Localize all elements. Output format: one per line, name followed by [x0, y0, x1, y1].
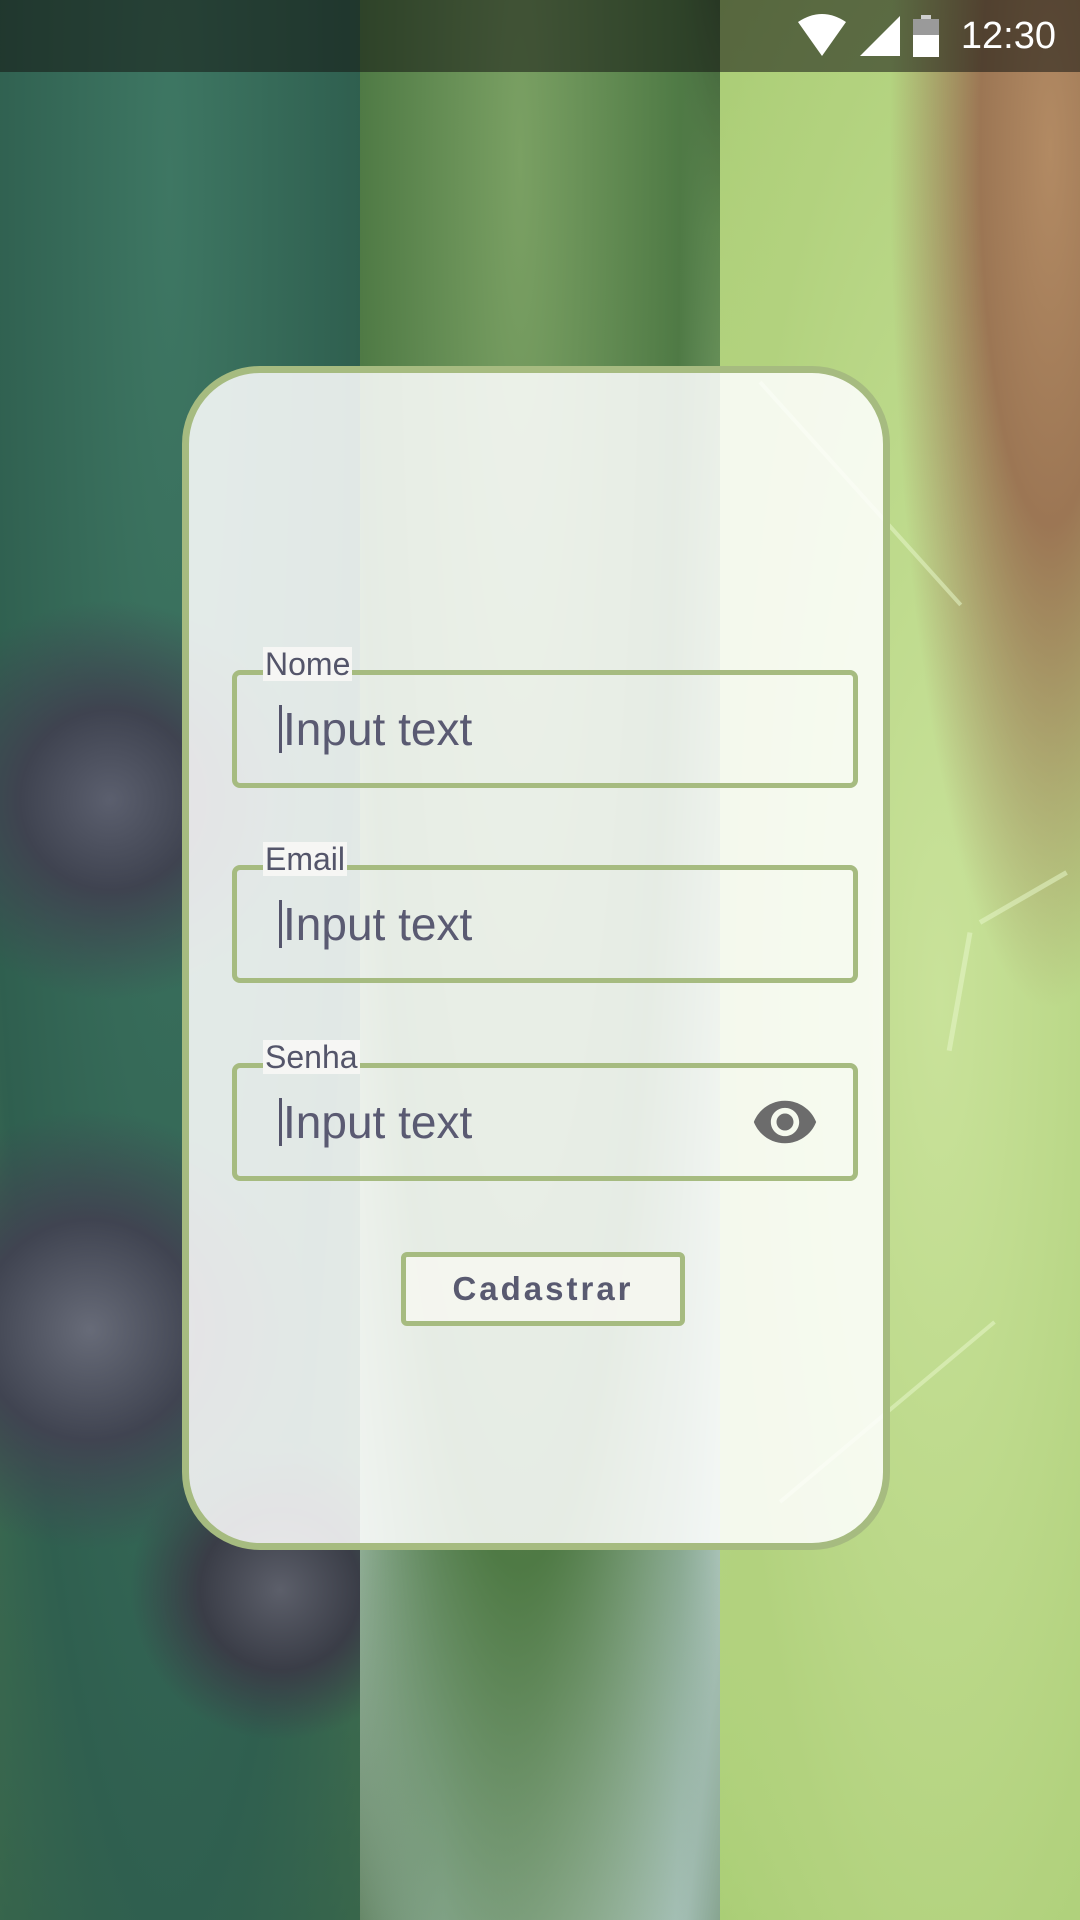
email-input-value: Input text [283, 898, 473, 950]
register-screen: 12:30 Nome Input text Email Input text S… [0, 0, 1080, 1920]
status-icons: 12:30 [797, 0, 1056, 72]
password-input[interactable]: Input text [279, 1095, 472, 1149]
name-field-label: Nome [263, 646, 353, 682]
battery-icon [912, 15, 939, 57]
email-field[interactable]: Email Input text [232, 842, 858, 983]
name-field[interactable]: Nome Input text [232, 647, 858, 788]
password-input-value: Input text [283, 1096, 473, 1148]
email-input[interactable]: Input text [279, 897, 472, 951]
email-field-label: Email [263, 841, 348, 877]
register-card: Nome Input text Email Input text Senha I… [182, 366, 890, 1550]
wifi-icon [797, 14, 846, 56]
status-bar: 12:30 [0, 0, 1080, 72]
password-field[interactable]: Senha Input text [232, 1040, 858, 1181]
text-cursor [279, 900, 282, 948]
text-cursor [279, 705, 282, 753]
register-button[interactable]: Cadastrar [401, 1252, 685, 1326]
text-cursor [279, 1098, 282, 1146]
cell-signal-icon [859, 16, 900, 56]
name-input[interactable]: Input text [279, 702, 472, 756]
status-time: 12:30 [960, 14, 1056, 57]
name-input-value: Input text [283, 703, 473, 755]
eye-icon[interactable] [751, 1088, 819, 1156]
password-field-label: Senha [263, 1039, 360, 1075]
